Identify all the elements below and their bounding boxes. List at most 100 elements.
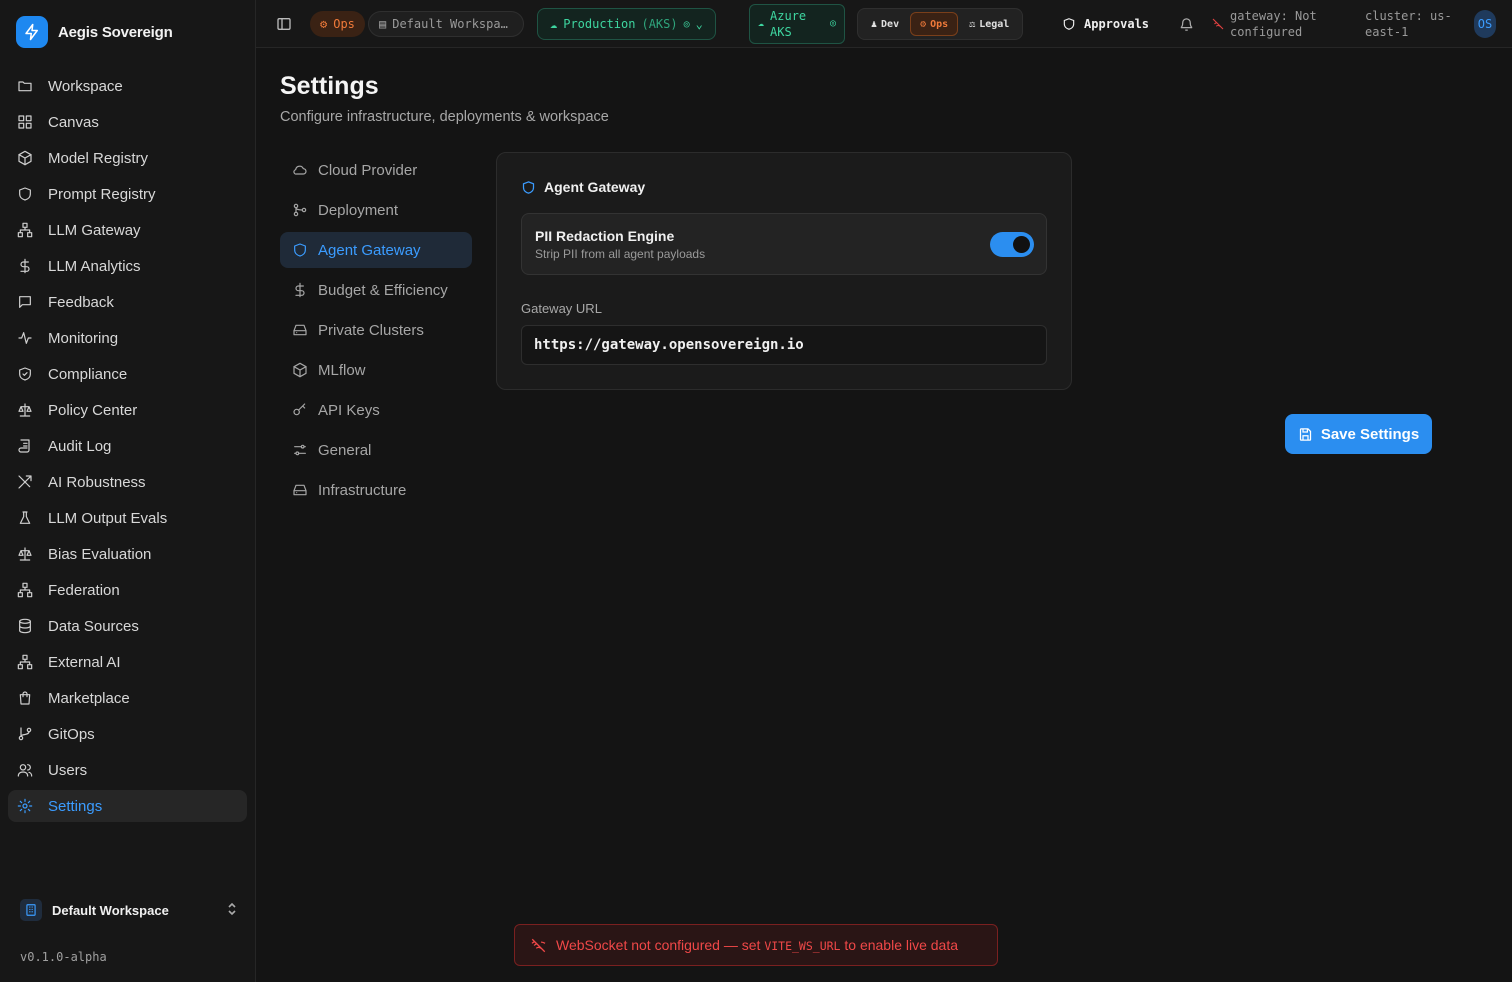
gateway-url-input[interactable]	[521, 325, 1047, 365]
sidebar-item-bias-evaluation[interactable]: Bias Evaluation	[8, 538, 247, 570]
settings-nav: Cloud Provider Deployment Agent Gateway Bud…	[280, 152, 472, 512]
building-icon: ▤	[379, 17, 387, 31]
pii-title: PII Redaction Engine	[535, 228, 675, 244]
gear-icon	[16, 797, 34, 815]
workspace-select-label: Default Workspa…	[392, 17, 508, 31]
sidebar-item-data-sources[interactable]: Data Sources	[8, 610, 247, 642]
users-icon	[16, 761, 34, 779]
workspace-switcher[interactable]: Default Workspace	[20, 896, 238, 924]
sidebar-item-federation[interactable]: Federation	[8, 574, 247, 606]
toast-prefix: WebSocket not configured — set	[556, 937, 765, 953]
scale-icon	[16, 545, 34, 563]
cluster-status-line1: cluster: us-	[1365, 9, 1452, 23]
sidebar-item-label: Model Registry	[48, 149, 149, 167]
bell-icon	[1180, 17, 1193, 31]
sidebar-item-compliance[interactable]: Compliance	[8, 358, 247, 390]
settings-tab-label: API Keys	[318, 401, 380, 419]
sidebar-item-llm-gateway[interactable]: LLM Gateway	[8, 214, 247, 246]
shield-icon	[522, 180, 535, 194]
gateway-status: gateway: Not configured	[1212, 0, 1317, 48]
settings-tab-infrastructure[interactable]: Infrastructure	[280, 472, 472, 508]
role-ops-button[interactable]: ⚙ Ops	[910, 12, 959, 36]
page-subtitle: Configure infrastructure, deployments & …	[280, 109, 609, 125]
network-icon	[16, 653, 34, 671]
websocket-toast: WebSocket not configured — set VITE_WS_U…	[514, 924, 998, 966]
settings-tab-general[interactable]: General	[280, 432, 472, 468]
settings-tab-label: Budget & Efficiency	[318, 281, 448, 299]
role-dev-button[interactable]: ♟ Dev	[862, 12, 908, 36]
environment-select[interactable]: ☁ Production (AKS) ◎ ⌄	[537, 8, 716, 40]
sliders-icon	[292, 442, 308, 458]
shield-icon	[16, 185, 34, 203]
save-settings-button[interactable]: Save Settings	[1285, 414, 1432, 454]
settings-tab-label: Agent Gateway	[318, 241, 421, 259]
lightning-icon	[16, 16, 48, 48]
sidebar-item-feedback[interactable]: Feedback	[8, 286, 247, 318]
building-icon	[20, 899, 42, 921]
sidebar-item-ai-robustness[interactable]: AI Robustness	[8, 466, 247, 498]
git-branch-icon	[16, 725, 34, 743]
sidebar: Aegis Sovereign Workspace Canvas Model Reg…	[0, 0, 256, 982]
workspace-switcher-label: Default Workspace	[52, 902, 169, 918]
sidebar-item-marketplace[interactable]: Marketplace	[8, 682, 247, 714]
cloud-provider-text: Azure AKS	[770, 8, 806, 40]
settings-tab-mlflow[interactable]: MLflow	[280, 352, 472, 388]
settings-tab-deployment[interactable]: Deployment	[280, 192, 472, 228]
workspace-select[interactable]: ▤ Default Workspa…	[368, 11, 524, 37]
sidebar-item-settings[interactable]: Settings	[8, 790, 247, 822]
sidebar-item-label: Users	[48, 761, 88, 779]
gateway-status-line1: gateway: Not	[1230, 9, 1317, 23]
cluster-status: cluster: us- east-1	[1365, 0, 1452, 48]
shield-check-icon	[16, 365, 34, 383]
sidebar-item-users[interactable]: Users	[8, 754, 247, 786]
sidebar-item-label: Workspace	[48, 77, 123, 95]
persona-badge-label: Ops	[333, 17, 355, 31]
hard-drive-icon	[292, 322, 308, 338]
avatar[interactable]: OS	[1474, 10, 1496, 38]
sidebar-toggle-button[interactable]	[276, 0, 292, 48]
role-label: Ops	[930, 18, 949, 30]
settings-tab-private-clusters[interactable]: Private Clusters	[280, 312, 472, 348]
sidebar-item-prompt-registry[interactable]: Prompt Registry	[8, 178, 247, 210]
sidebar-item-label: Feedback	[48, 293, 114, 311]
network-icon	[16, 581, 34, 599]
notifications-button[interactable]	[1179, 0, 1194, 48]
settings-tab-budget-and-efficiency[interactable]: Budget & Efficiency	[280, 272, 472, 308]
sidebar-item-label: Marketplace	[48, 689, 130, 707]
pii-redaction-toggle[interactable]	[990, 232, 1034, 257]
sidebar-item-canvas[interactable]: Canvas	[8, 106, 247, 138]
sidebar-item-llm-output-evals[interactable]: LLM Output Evals	[8, 502, 247, 534]
version-label: v0.1.0-alpha	[20, 950, 107, 964]
gateway-url-label: Gateway URL	[521, 301, 602, 316]
sidebar-item-model-registry[interactable]: Model Registry	[8, 142, 247, 174]
settings-tab-cloud-provider[interactable]: Cloud Provider	[280, 152, 472, 188]
key-icon	[292, 402, 308, 418]
flask-icon	[16, 509, 34, 527]
gear-icon: ⚙	[920, 18, 927, 30]
approvals-button[interactable]: Approvals	[1062, 0, 1149, 48]
sidebar-item-label: Policy Center	[48, 401, 138, 419]
sidebar-item-llm-analytics[interactable]: LLM Analytics	[8, 250, 247, 282]
settings-tab-api-keys[interactable]: API Keys	[280, 392, 472, 428]
sidebar-item-policy-center[interactable]: Policy Center	[8, 394, 247, 426]
settings-tab-label: Private Clusters	[318, 321, 424, 339]
sidebar-item-gitops[interactable]: GitOps	[8, 718, 247, 750]
sidebar-item-external-ai[interactable]: External AI	[8, 646, 247, 678]
cloud-provider-badge[interactable]: ☁ Azure AKS ◎	[749, 4, 845, 44]
toggle-knob	[1013, 236, 1030, 253]
settings-tab-agent-gateway[interactable]: Agent Gateway	[280, 232, 472, 268]
sidebar-item-monitoring[interactable]: Monitoring	[8, 322, 247, 354]
sidebar-item-label: Monitoring	[48, 329, 119, 347]
sidebar-item-audit-log[interactable]: Audit Log	[8, 430, 247, 462]
sidebar-item-workspace[interactable]: Workspace	[8, 70, 247, 102]
check-circle-icon: ◎	[683, 18, 690, 30]
role-legal-button[interactable]: ⚖ Legal	[960, 12, 1018, 36]
persona-badge[interactable]: ⚙ Ops	[310, 11, 365, 37]
sidebar-item-label: LLM Gateway	[48, 221, 141, 239]
toast-message: WebSocket not configured — set VITE_WS_U…	[556, 937, 958, 953]
message-icon	[16, 293, 34, 311]
scroll-icon	[16, 437, 34, 455]
panel-left-icon	[277, 18, 291, 30]
brand[interactable]: Aegis Sovereign	[16, 16, 173, 48]
gear-icon: ⚙	[320, 17, 328, 31]
